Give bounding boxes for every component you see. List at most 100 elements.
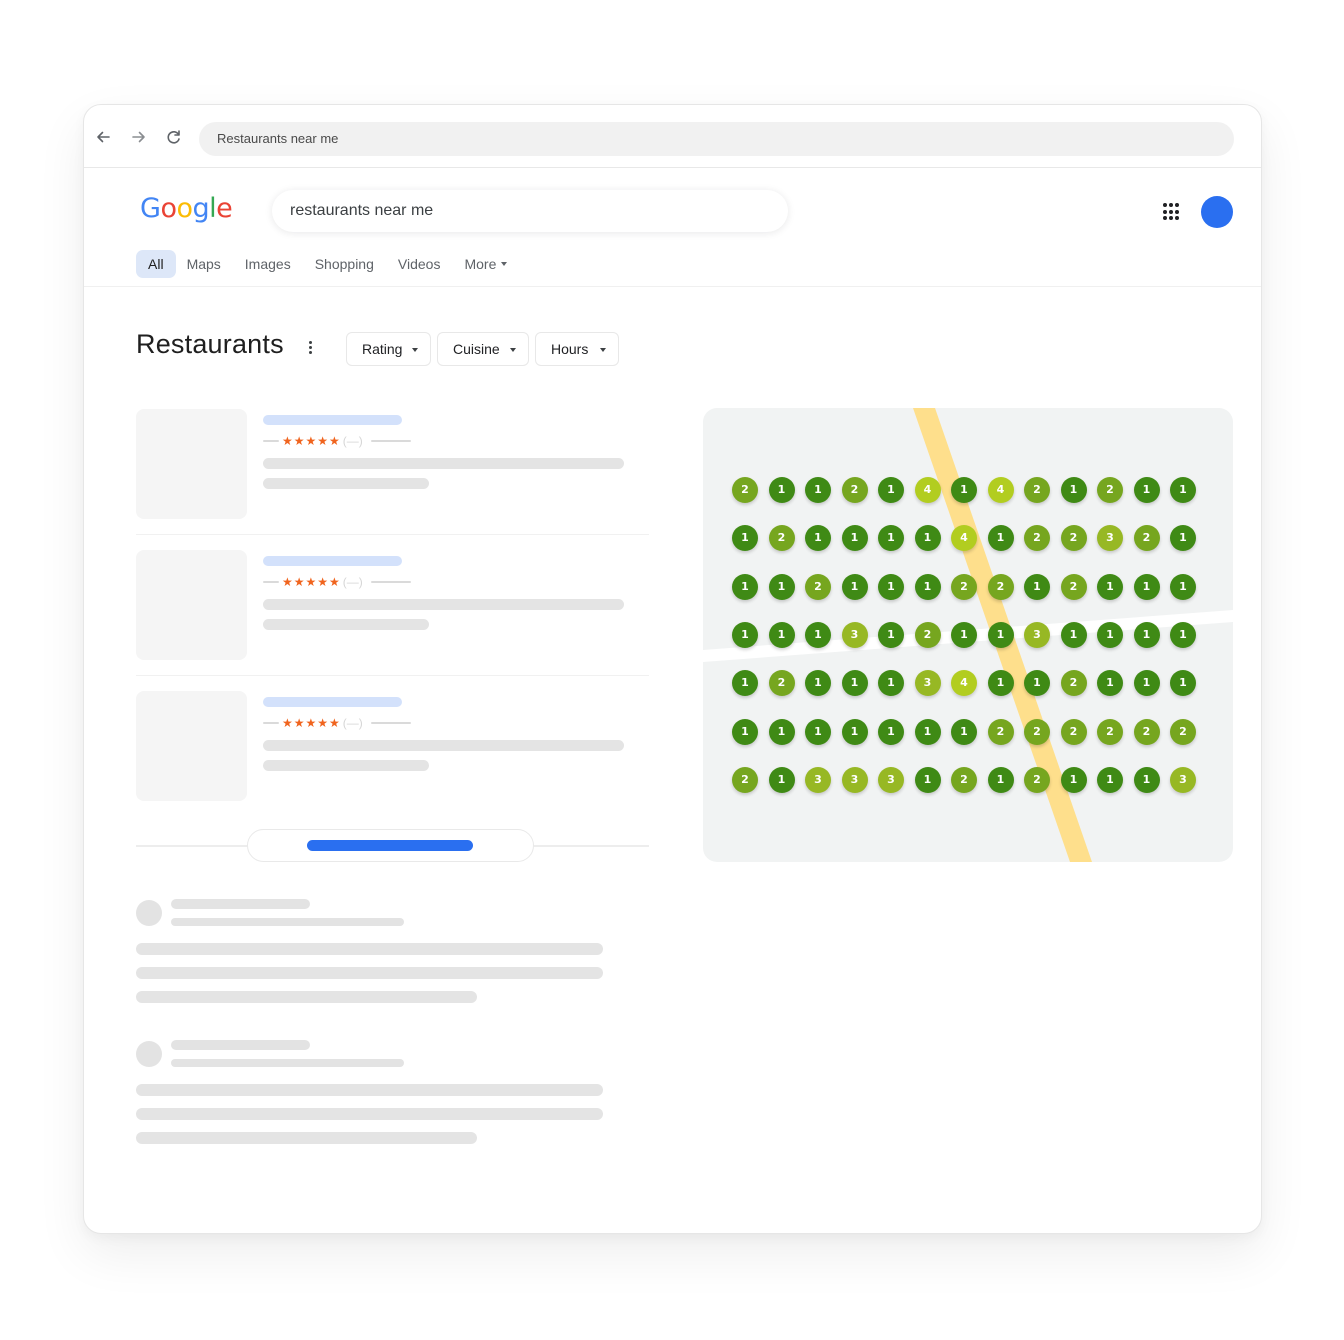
rank-marker[interactable]: 1 xyxy=(878,621,904,648)
rank-marker[interactable]: 1 xyxy=(914,718,941,745)
rank-marker[interactable]: 1 xyxy=(1170,670,1196,697)
search-input[interactable]: restaurants near me xyxy=(272,190,788,232)
rank-marker[interactable]: 1 xyxy=(1060,766,1087,793)
rank-marker[interactable]: 1 xyxy=(1133,766,1160,793)
result-card[interactable]: ★★★★★ (—) xyxy=(136,691,649,817)
more-options-icon[interactable] xyxy=(306,341,314,357)
rank-marker[interactable]: 1 xyxy=(768,766,795,793)
rank-marker[interactable]: 1 xyxy=(1133,573,1160,600)
rank-marker[interactable]: 1 xyxy=(1170,477,1196,503)
google-logo[interactable]: Google xyxy=(140,193,233,224)
rank-marker[interactable]: 2 xyxy=(1024,766,1050,793)
rank-marker[interactable]: 1 xyxy=(805,718,831,745)
filter-rating[interactable]: Rating xyxy=(346,332,431,366)
rank-marker[interactable]: 1 xyxy=(951,477,977,503)
filter-hours[interactable]: Hours xyxy=(535,332,619,366)
rank-marker[interactable]: 1 xyxy=(951,718,977,745)
rank-marker[interactable]: 1 xyxy=(768,621,795,648)
rank-marker[interactable]: 2 xyxy=(951,766,977,793)
apps-grid-icon[interactable] xyxy=(1163,203,1181,221)
rank-marker[interactable]: 1 xyxy=(1097,621,1123,648)
rank-marker[interactable]: 1 xyxy=(841,573,868,600)
rank-marker[interactable]: 2 xyxy=(1024,718,1050,745)
rank-marker[interactable]: 2 xyxy=(1097,718,1123,745)
rank-marker[interactable]: 2 xyxy=(1060,525,1087,552)
back-button[interactable] xyxy=(93,127,113,147)
forward-button[interactable] xyxy=(129,127,149,147)
rank-marker[interactable]: 1 xyxy=(1170,573,1196,600)
rank-marker[interactable]: 2 xyxy=(1024,525,1050,552)
rank-marker[interactable]: 1 xyxy=(987,766,1014,793)
rank-marker[interactable]: 1 xyxy=(951,621,977,648)
rank-marker[interactable]: 3 xyxy=(1170,766,1196,793)
rank-marker[interactable]: 1 xyxy=(914,766,941,793)
rank-marker[interactable]: 3 xyxy=(878,766,904,793)
filter-cuisine[interactable]: Cuisine xyxy=(437,332,529,366)
web-result-placeholder[interactable] xyxy=(136,899,606,1009)
rank-grid-map[interactable]: 2112141421211121111412232111211122121111… xyxy=(703,408,1233,862)
rank-marker[interactable]: 2 xyxy=(1097,477,1123,503)
rank-marker[interactable]: 1 xyxy=(732,525,758,552)
rank-marker[interactable]: 3 xyxy=(805,766,831,793)
rank-marker[interactable]: 4 xyxy=(914,477,941,503)
rank-marker[interactable]: 2 xyxy=(805,573,831,600)
rank-marker[interactable]: 2 xyxy=(768,670,795,697)
rank-marker[interactable]: 1 xyxy=(878,718,904,745)
rank-marker[interactable]: 2 xyxy=(914,621,941,648)
rank-marker[interactable]: 1 xyxy=(1097,766,1123,793)
rank-marker[interactable]: 1 xyxy=(1097,670,1123,697)
rank-marker[interactable]: 2 xyxy=(768,525,795,552)
rank-marker[interactable]: 2 xyxy=(951,573,977,600)
rank-marker[interactable]: 1 xyxy=(987,621,1014,648)
rank-marker[interactable]: 1 xyxy=(987,525,1014,552)
rank-marker[interactable]: 2 xyxy=(1060,573,1087,600)
rank-marker[interactable]: 1 xyxy=(914,525,941,552)
rank-marker[interactable]: 2 xyxy=(987,718,1014,745)
rank-marker[interactable]: 1 xyxy=(1133,477,1160,503)
tab-more[interactable]: More xyxy=(453,250,518,278)
rank-marker[interactable]: 4 xyxy=(951,670,977,697)
rank-marker[interactable]: 4 xyxy=(987,477,1014,503)
result-card[interactable]: ★★★★★ (—) xyxy=(136,409,649,535)
rank-marker[interactable]: 1 xyxy=(1133,621,1160,648)
rank-marker[interactable]: 1 xyxy=(768,477,795,503)
tab-videos[interactable]: Videos xyxy=(387,250,452,278)
rank-marker[interactable]: 1 xyxy=(1060,621,1087,648)
tab-all[interactable]: All xyxy=(136,250,176,278)
rank-marker[interactable]: 1 xyxy=(841,670,868,697)
rank-marker[interactable]: 1 xyxy=(805,525,831,552)
rank-marker[interactable]: 1 xyxy=(841,718,868,745)
rank-marker[interactable]: 1 xyxy=(1170,525,1196,552)
rank-marker[interactable]: 3 xyxy=(1097,525,1123,552)
rank-marker[interactable]: 1 xyxy=(1024,573,1050,600)
rank-marker[interactable]: 1 xyxy=(1170,621,1196,648)
rank-marker[interactable]: 1 xyxy=(1097,573,1123,600)
rank-marker[interactable]: 1 xyxy=(768,718,795,745)
result-card[interactable]: ★★★★★ (—) xyxy=(136,550,649,676)
rank-marker[interactable]: 1 xyxy=(914,573,941,600)
rank-marker[interactable]: 1 xyxy=(987,670,1014,697)
address-bar[interactable]: Restaurants near me xyxy=(199,122,1234,156)
rank-marker[interactable]: 1 xyxy=(805,621,831,648)
rank-marker[interactable]: 2 xyxy=(987,573,1014,600)
tab-shopping[interactable]: Shopping xyxy=(304,250,385,278)
more-places-button[interactable] xyxy=(247,829,534,862)
web-result-placeholder[interactable] xyxy=(136,1040,606,1150)
rank-marker[interactable]: 2 xyxy=(841,477,868,503)
rank-marker[interactable]: 1 xyxy=(732,621,758,648)
rank-marker[interactable]: 3 xyxy=(841,621,868,648)
rank-marker[interactable]: 2 xyxy=(1060,670,1087,697)
rank-marker[interactable]: 1 xyxy=(805,477,831,503)
reload-button[interactable] xyxy=(164,127,184,147)
rank-marker[interactable]: 2 xyxy=(1170,718,1196,745)
rank-marker[interactable]: 1 xyxy=(1060,477,1087,503)
rank-marker[interactable]: 4 xyxy=(951,525,977,552)
tab-images[interactable]: Images xyxy=(234,250,302,278)
rank-marker[interactable]: 2 xyxy=(1060,718,1087,745)
rank-marker[interactable]: 3 xyxy=(914,670,941,697)
rank-marker[interactable]: 1 xyxy=(732,718,758,745)
rank-marker[interactable]: 2 xyxy=(1024,477,1050,503)
rank-marker[interactable]: 2 xyxy=(1133,525,1160,552)
rank-marker[interactable]: 2 xyxy=(732,766,758,793)
rank-marker[interactable]: 3 xyxy=(841,766,868,793)
